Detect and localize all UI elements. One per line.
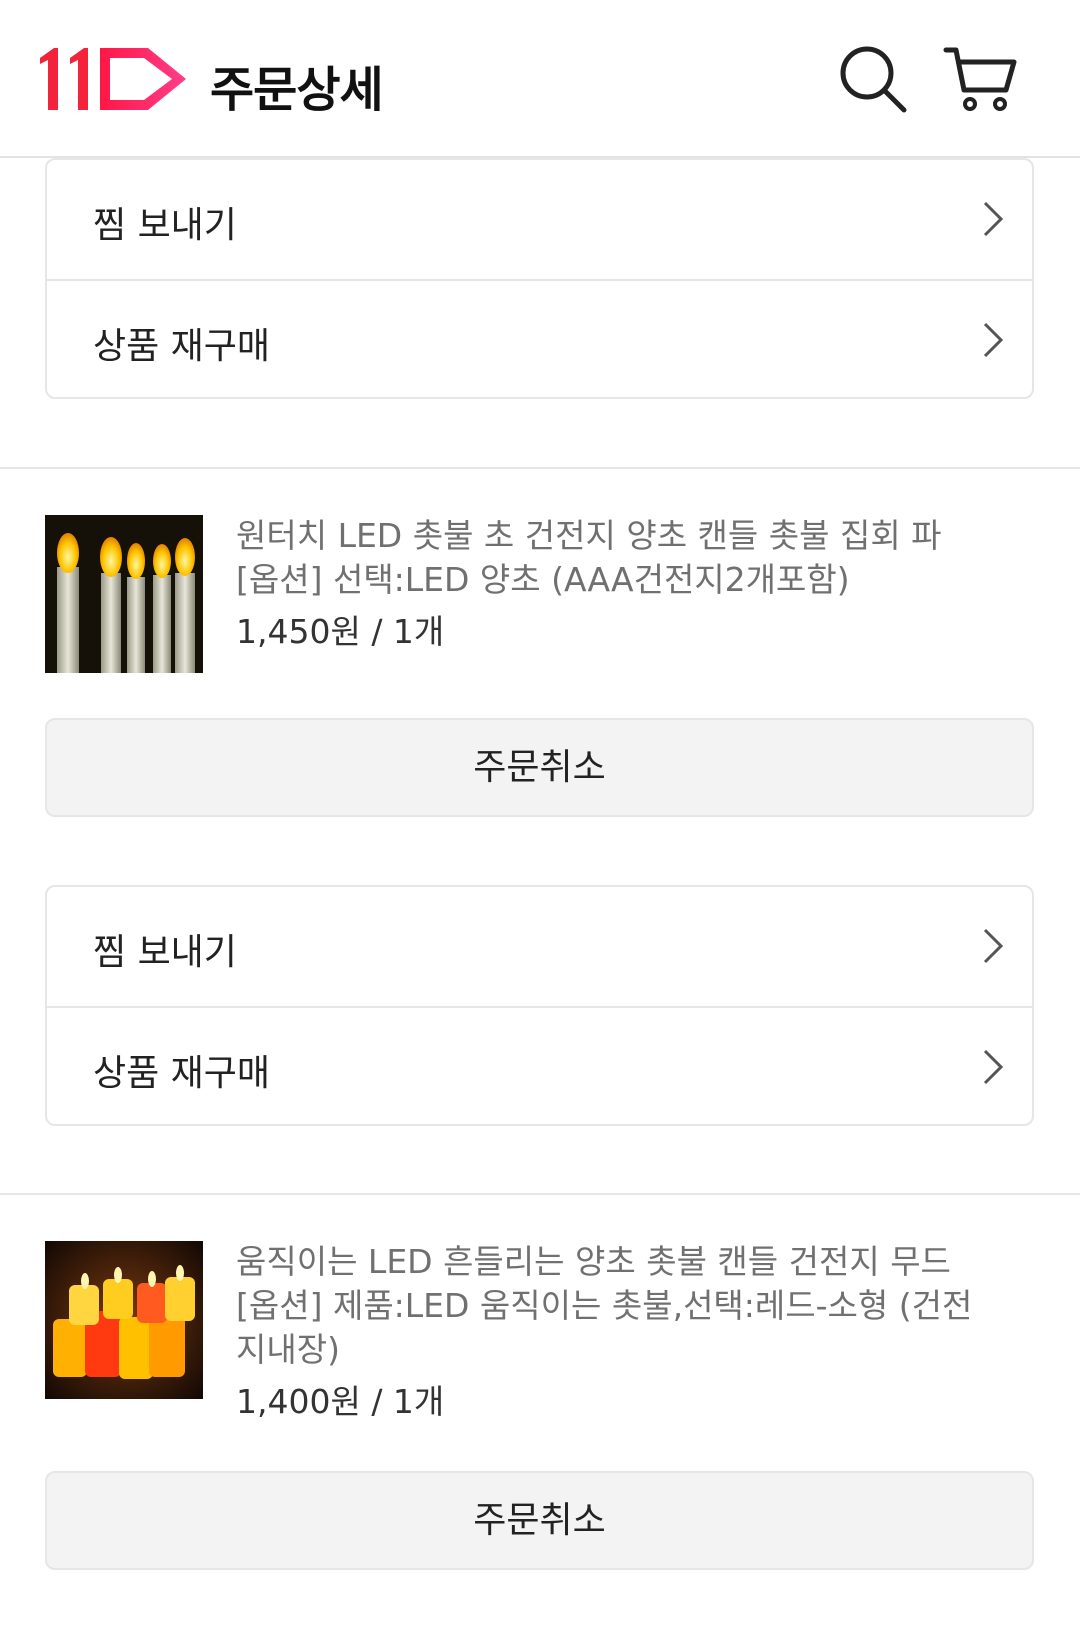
cart-icon[interactable] — [942, 42, 1018, 118]
rebuy-row[interactable]: 상품 재구매 — [47, 1006, 1032, 1124]
search-icon[interactable] — [836, 42, 912, 118]
section-divider — [0, 467, 1080, 469]
product-price: 1,450원 / 1개 — [236, 612, 445, 651]
11st-logo-icon[interactable] — [36, 42, 196, 114]
rebuy-label: 상품 재구매 — [93, 1053, 271, 1094]
rebuy-row[interactable]: 상품 재구매 — [47, 279, 1032, 397]
rebuy-label: 상품 재구매 — [93, 326, 271, 367]
product2-actions: 찜 보내기 상품 재구매 — [45, 885, 1034, 1126]
chevron-right-icon — [983, 322, 1004, 358]
product-name[interactable]: 원터치 LED 촛불 초 건전지 양초 캔들 촛불 집회 파 — [236, 514, 996, 558]
send-wish-row[interactable]: 찜 보내기 — [47, 160, 1032, 279]
product-thumbnail[interactable] — [45, 1241, 203, 1399]
product1-actions: 찜 보내기 상품 재구매 — [45, 158, 1034, 399]
section-divider — [0, 1193, 1080, 1195]
send-wish-row[interactable]: 찜 보내기 — [47, 887, 1032, 1006]
app-header: 주문상세 — [0, 0, 1080, 158]
send-wish-label: 찜 보내기 — [93, 205, 237, 246]
chevron-right-icon — [983, 928, 1004, 964]
chevron-right-icon — [983, 1049, 1004, 1085]
candle-image-icon — [45, 515, 203, 673]
candle-image-icon — [45, 1241, 203, 1399]
product-option: [옵션] 제품:LED 움직이는 촛불,선택:레드-소형 (건전지내장) — [236, 1286, 973, 1369]
product-name[interactable]: 움직이는 LED 흔들리는 양초 촛불 캔들 건전지 무드 — [236, 1240, 996, 1284]
cancel-order-button[interactable]: 주문취소 — [45, 1471, 1034, 1570]
product-option: [옵션] 선택:LED 양초 (AAA건전지2개포함) — [236, 560, 850, 599]
cancel-order-button[interactable]: 주문취소 — [45, 718, 1034, 817]
product-thumbnail[interactable] — [45, 515, 203, 673]
page-title: 주문상세 — [210, 62, 384, 118]
send-wish-label: 찜 보내기 — [93, 932, 237, 973]
product-price: 1,400원 / 1개 — [236, 1382, 445, 1421]
chevron-right-icon — [983, 201, 1004, 237]
